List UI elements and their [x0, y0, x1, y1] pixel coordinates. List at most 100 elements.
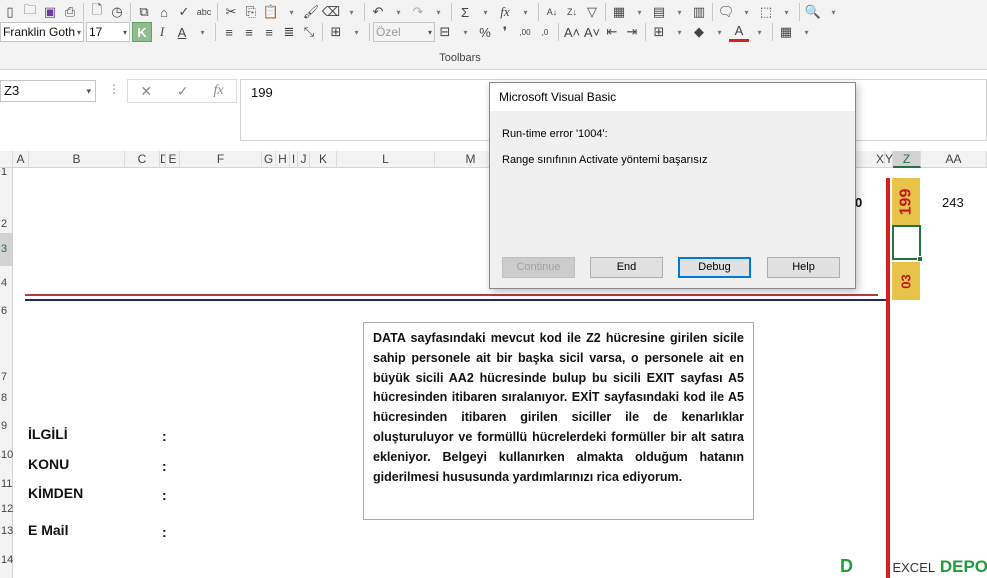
autosum-dropdown-icon[interactable]: ▾ [475, 2, 495, 22]
font-name-select[interactable]: Franklin Goth ▾ [0, 22, 84, 42]
currency-icon[interactable]: ⊟ [435, 22, 455, 42]
fill-color-icon[interactable]: ◆ [689, 22, 709, 42]
orientation-icon[interactable]: ⤡ [299, 22, 319, 42]
underline-button[interactable]: A [172, 22, 192, 42]
column-header[interactable]: H [276, 151, 290, 168]
decrease-indent-icon[interactable]: ⇤ [602, 22, 622, 42]
copy-icon[interactable]: ⎘ [241, 2, 261, 22]
borders-icon[interactable]: ⊞ [649, 22, 669, 42]
row-header[interactable]: 1 [0, 168, 13, 176]
pivot-icon[interactable]: ▥ [689, 2, 709, 22]
enter-icon[interactable]: ✓ [177, 83, 189, 100]
cut-icon[interactable]: ✂ [221, 2, 241, 22]
format-painter-icon[interactable]: 🖌 [301, 2, 321, 22]
undo-dropdown-icon[interactable]: ▾ [388, 2, 408, 22]
paste-icon[interactable]: 📋 [261, 2, 281, 22]
row-header[interactable]: 2 [0, 176, 13, 233]
increase-decimal-icon[interactable]: ,00 [515, 22, 535, 42]
comment-dropdown-icon[interactable]: ▾ [736, 2, 756, 22]
increase-indent-icon[interactable]: ⇥ [622, 22, 642, 42]
redo-dropdown-icon[interactable]: ▾ [428, 2, 448, 22]
filter-icon[interactable]: ▽ [582, 2, 602, 22]
end-button[interactable]: End [590, 257, 663, 278]
spell-check-icon[interactable]: abc [194, 2, 214, 22]
align-center-icon[interactable]: ≡ [239, 22, 259, 42]
column-header[interactable]: I [290, 151, 298, 168]
print-preview-icon[interactable]: 🗋 [87, 2, 107, 22]
number-format-select[interactable]: Özel ▾ [373, 22, 435, 42]
continue-button[interactable]: Continue [502, 257, 575, 278]
chart-dropdown-icon[interactable]: ▾ [669, 2, 689, 22]
row-header[interactable]: 6 [0, 301, 13, 321]
column-header-selected[interactable]: Z [893, 151, 921, 168]
column-header[interactable]: F [180, 151, 262, 168]
cell-aa2[interactable]: 243 [942, 195, 964, 210]
note-textbox[interactable]: DATA sayfasındaki mevcut kod ile Z2 hücr… [363, 322, 754, 520]
autosum-icon[interactable]: Σ [455, 2, 475, 22]
format-table-dropdown-icon[interactable]: ▾ [796, 22, 816, 42]
check-icon[interactable]: ✓ [174, 2, 194, 22]
paste-dropdown-icon[interactable]: ▾ [281, 2, 301, 22]
row-header[interactable]: 7 [0, 321, 13, 386]
zoom-dropdown-icon[interactable]: ▾ [823, 2, 843, 22]
row-header[interactable]: 13 [0, 520, 13, 542]
open-folder-icon[interactable]: 🗀 [20, 2, 40, 22]
more-icon[interactable]: ⋮ [108, 82, 120, 96]
merge-cells-icon[interactable]: ⊞ [326, 22, 346, 42]
cell-z4[interactable]: 03 [892, 262, 920, 300]
row-header[interactable]: 14 [0, 542, 13, 578]
new-file-icon[interactable]: ▯ [0, 2, 20, 22]
column-header[interactable]: X [876, 151, 885, 168]
row-header[interactable]: 10 [0, 441, 13, 470]
fill-color-dropdown-icon[interactable]: ▾ [709, 22, 729, 42]
column-header[interactable]: L [337, 151, 435, 168]
column-header[interactable]: G [262, 151, 276, 168]
shapes-dropdown-icon[interactable]: ▾ [776, 2, 796, 22]
row-header[interactable]: 8 [0, 386, 13, 411]
row-header[interactable]: 12 [0, 498, 13, 520]
redo-icon[interactable]: ↷ [408, 2, 428, 22]
research-icon[interactable]: ⧉ [134, 2, 154, 22]
table-dropdown-icon[interactable]: ▾ [629, 2, 649, 22]
font-color-dropdown-icon[interactable]: ▾ [749, 22, 769, 42]
decrease-decimal-icon[interactable]: ,0 [535, 22, 555, 42]
chart-icon[interactable]: ▤ [649, 2, 669, 22]
align-right-icon[interactable]: ≡ [259, 22, 279, 42]
save-icon[interactable]: ▣ [40, 2, 60, 22]
font-size-select[interactable]: 17 ▾ [86, 22, 130, 42]
column-header[interactable]: A [13, 151, 29, 168]
clear-icon[interactable]: ⌫ [321, 2, 341, 22]
sort-ascending-icon[interactable]: A↓ [542, 2, 562, 22]
row-header[interactable]: 11 [0, 470, 13, 498]
zoom-icon[interactable]: 🔍 [803, 2, 823, 22]
merge-dropdown-icon[interactable]: ▾ [346, 22, 366, 42]
sort-descending-icon[interactable]: Z↓ [562, 2, 582, 22]
increase-font-icon[interactable]: A˄ [562, 22, 582, 42]
column-header[interactable]: J [298, 151, 310, 168]
row-header-selected[interactable]: 3 [0, 233, 13, 266]
comment-icon[interactable]: 🗨 [716, 2, 736, 22]
font-color-icon[interactable]: A [729, 22, 749, 42]
currency-dropdown-icon[interactable]: ▾ [455, 22, 475, 42]
row-header[interactable]: 9 [0, 411, 13, 441]
bold-button[interactable]: K [132, 22, 152, 42]
align-left-icon[interactable]: ≡ [219, 22, 239, 42]
cancel-icon[interactable]: ✕ [140, 83, 152, 100]
clear-dropdown-icon[interactable]: ▾ [341, 2, 361, 22]
translate-icon[interactable]: ⌂ [154, 2, 174, 22]
table-icon[interactable]: ▦ [609, 2, 629, 22]
percent-button[interactable]: % [475, 22, 495, 42]
shapes-icon[interactable]: ⬚ [756, 2, 776, 22]
column-header[interactable]: C [125, 151, 160, 168]
insert-function-icon[interactable]: fx [495, 2, 515, 22]
spelling-icon[interactable]: ◷ [107, 2, 127, 22]
decrease-font-icon[interactable]: A˅ [582, 22, 602, 42]
format-table-icon[interactable]: ▦ [776, 22, 796, 42]
column-header[interactable]: Y [885, 151, 893, 168]
column-header[interactable]: K [310, 151, 337, 168]
select-all-corner[interactable] [0, 151, 13, 168]
name-box[interactable]: Z3 ▾ [0, 80, 96, 102]
print-icon[interactable]: ⎙ [60, 2, 80, 22]
comma-style-icon[interactable]: ❜ [495, 22, 515, 42]
cell-z3-active[interactable] [892, 225, 921, 260]
